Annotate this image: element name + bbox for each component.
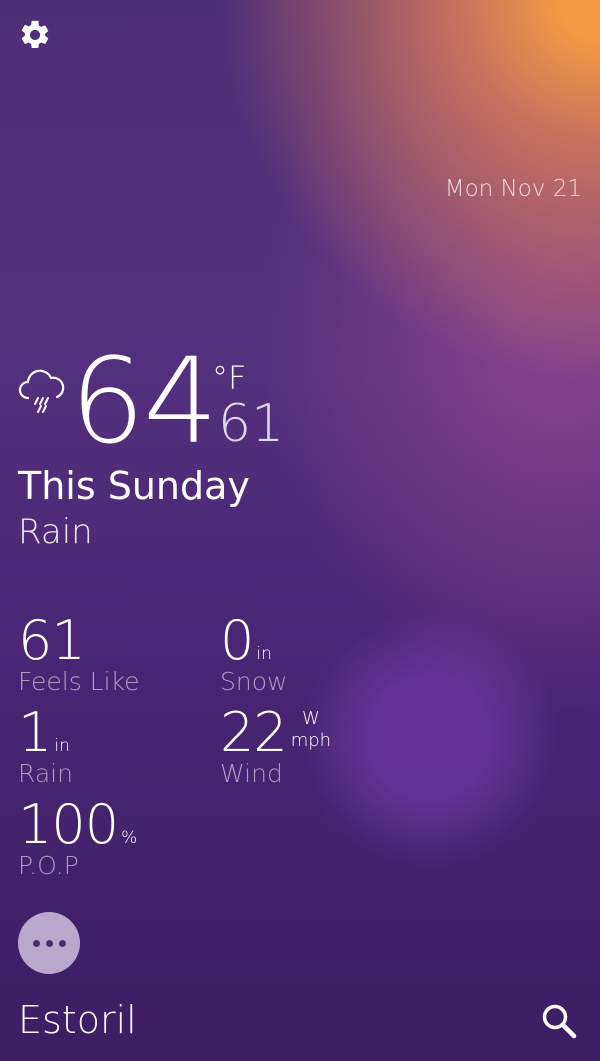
feels-like-stat: 61 Feels Like: [18, 614, 140, 696]
pop-unit: %: [121, 828, 138, 848]
day-label: This Sunday: [18, 464, 250, 508]
wind-unit: mph: [290, 729, 332, 751]
snow-label: Snow: [220, 667, 288, 696]
feels-like-label: Feels Like: [18, 667, 140, 696]
location-label[interactable]: Estoril: [18, 998, 137, 1042]
date-label: Mon Nov 21: [444, 176, 582, 202]
wind-units: Wmph: [291, 708, 331, 751]
wind-label: Wind: [220, 759, 283, 788]
low-temperature: 61: [218, 394, 285, 454]
rain-value: 1: [18, 701, 52, 764]
wind-direction: W: [302, 708, 320, 729]
wind-stat: 22 Wmph Wind: [220, 706, 331, 788]
rain-cloud-icon: [18, 369, 65, 413]
condition-label: Rain: [18, 512, 93, 552]
snow-value: 0: [220, 609, 254, 672]
temperature-unit: °F: [212, 359, 247, 397]
snow-unit: in: [256, 644, 272, 664]
more-icon-dot: [32, 939, 40, 947]
current-temperature: 64: [70, 332, 218, 470]
more-icon-dot: [45, 939, 53, 947]
more-icon-dot: [58, 939, 66, 947]
feels-like-value: 61: [18, 609, 86, 672]
pop-value: 100: [18, 793, 119, 856]
search-icon[interactable]: [540, 1002, 578, 1040]
rain-label: Rain: [18, 759, 73, 788]
wind-value: 22: [220, 701, 288, 764]
gear-icon[interactable]: [18, 18, 52, 52]
rain-unit: in: [54, 736, 70, 756]
rain-stat: 1 in Rain: [18, 706, 73, 788]
pop-label: P.O.P: [18, 851, 79, 880]
snow-stat: 0 in Snow: [220, 614, 287, 696]
more-button[interactable]: [18, 912, 80, 974]
pop-stat: 100% P.O.P: [18, 798, 137, 880]
